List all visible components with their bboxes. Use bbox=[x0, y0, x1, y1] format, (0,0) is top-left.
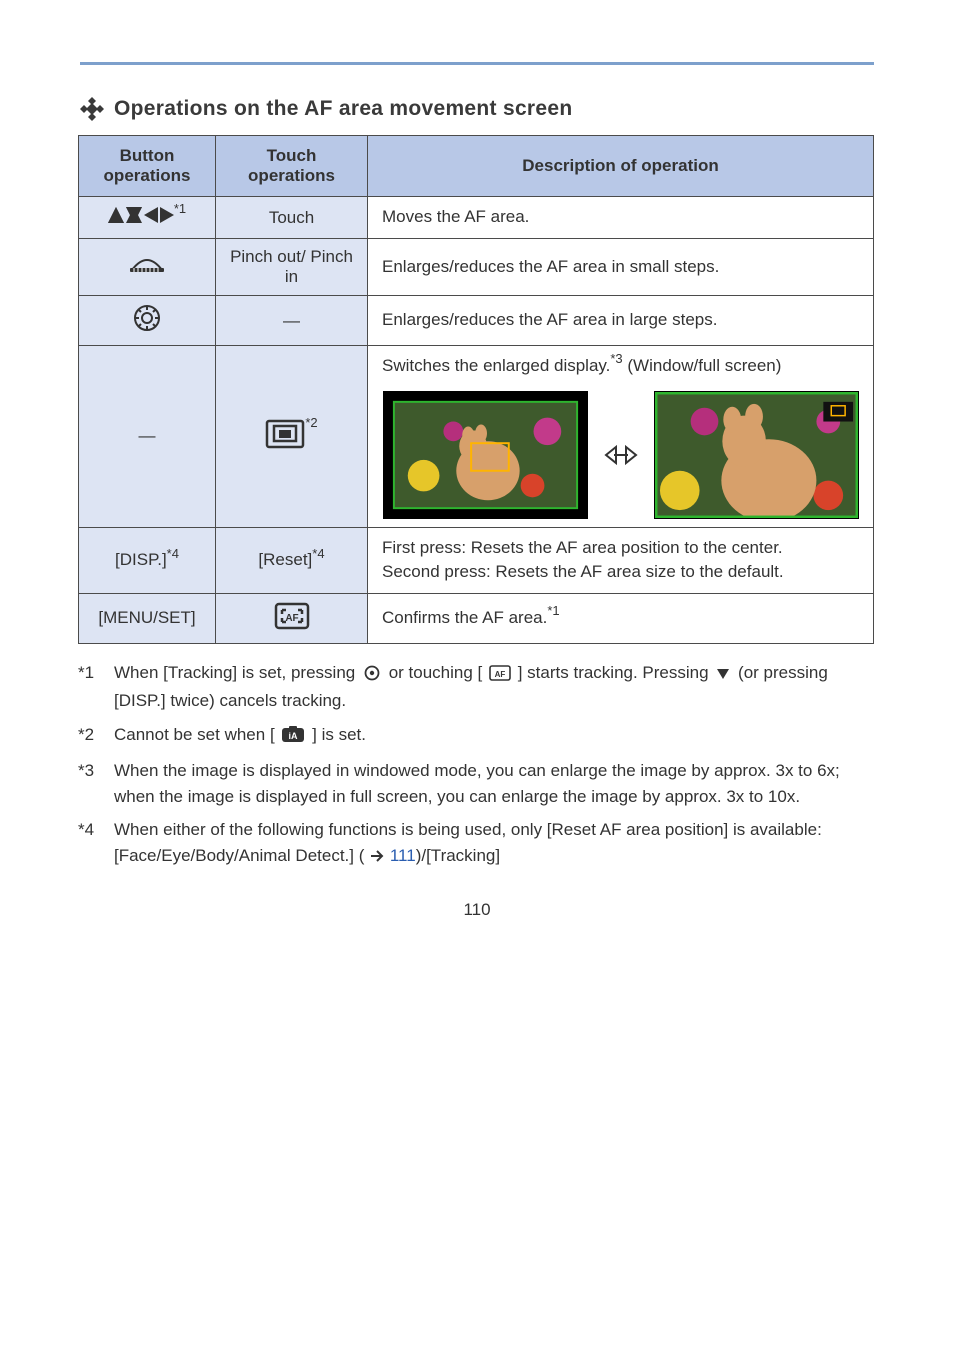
footnote-ref: *1 bbox=[547, 603, 559, 618]
front-dial-icon bbox=[128, 256, 166, 274]
cursor-arrows-icon bbox=[108, 205, 174, 225]
footnote-ref: *4 bbox=[312, 546, 324, 561]
link-arrow-icon bbox=[369, 845, 385, 871]
af-confirm-button-icon: AF bbox=[489, 663, 511, 689]
footnote-ref: *4 bbox=[167, 546, 179, 561]
touch-op: — bbox=[216, 296, 368, 346]
svg-text:AF: AF bbox=[495, 670, 506, 679]
ia-mode-icon: iA bbox=[281, 725, 305, 751]
button-op: [MENU/SET] bbox=[79, 593, 216, 643]
enlarge-button-icon bbox=[265, 419, 305, 449]
touch-op: Touch bbox=[216, 197, 368, 239]
footnote-1: *1 When [Tracking] is set, pressing or t… bbox=[78, 660, 873, 714]
button-op: — bbox=[79, 346, 216, 528]
op-desc: First press: Resets the AF area position… bbox=[368, 527, 874, 593]
footnote-ref: *3 bbox=[610, 351, 622, 366]
af-confirm-button-icon: AF bbox=[274, 602, 310, 630]
op-desc: Enlarges/reduces the AF area in small st… bbox=[368, 239, 874, 296]
example-window-view bbox=[383, 391, 588, 519]
footnote-3: *3 When the image is displayed in window… bbox=[78, 758, 873, 809]
touch-op: Pinch out/ Pinch in bbox=[216, 239, 368, 296]
section-heading: Operations on the AF area movement scree… bbox=[114, 97, 573, 121]
operations-table: Button operations Touch operations Descr… bbox=[78, 135, 874, 644]
col-header-desc: Description of operation bbox=[368, 136, 874, 197]
op-desc: Enlarges/reduces the AF area in large st… bbox=[368, 296, 874, 346]
example-full-view bbox=[654, 391, 859, 519]
page-link[interactable]: 111 bbox=[390, 846, 416, 865]
swap-arrows-icon bbox=[600, 434, 642, 476]
svg-text:iA: iA bbox=[289, 731, 299, 741]
footnote-2: *2 Cannot be set when [ iA ] is set. bbox=[78, 722, 873, 751]
footnote-ref: *1 bbox=[174, 201, 186, 216]
rear-dial-icon bbox=[133, 304, 161, 332]
op-desc: Confirms the AF area.*1 bbox=[368, 593, 874, 643]
page-number: 110 bbox=[0, 900, 954, 920]
footnote-ref: *2 bbox=[305, 415, 317, 430]
col-header-buttons: Button operations bbox=[79, 136, 216, 197]
button-op: [DISP.] bbox=[115, 550, 167, 569]
col-header-touch: Touch operations bbox=[216, 136, 368, 197]
menu-set-icon bbox=[362, 663, 382, 689]
op-desc: Switches the enlarged display.*3 (Window… bbox=[368, 346, 874, 528]
footnote-4: *4 When either of the following function… bbox=[78, 817, 873, 870]
touch-op: [Reset] bbox=[258, 550, 312, 569]
down-triangle-icon bbox=[715, 663, 731, 689]
op-desc: Moves the AF area. bbox=[368, 197, 874, 239]
section-bullet-icon bbox=[78, 95, 106, 123]
svg-text:AF: AF bbox=[285, 613, 298, 624]
